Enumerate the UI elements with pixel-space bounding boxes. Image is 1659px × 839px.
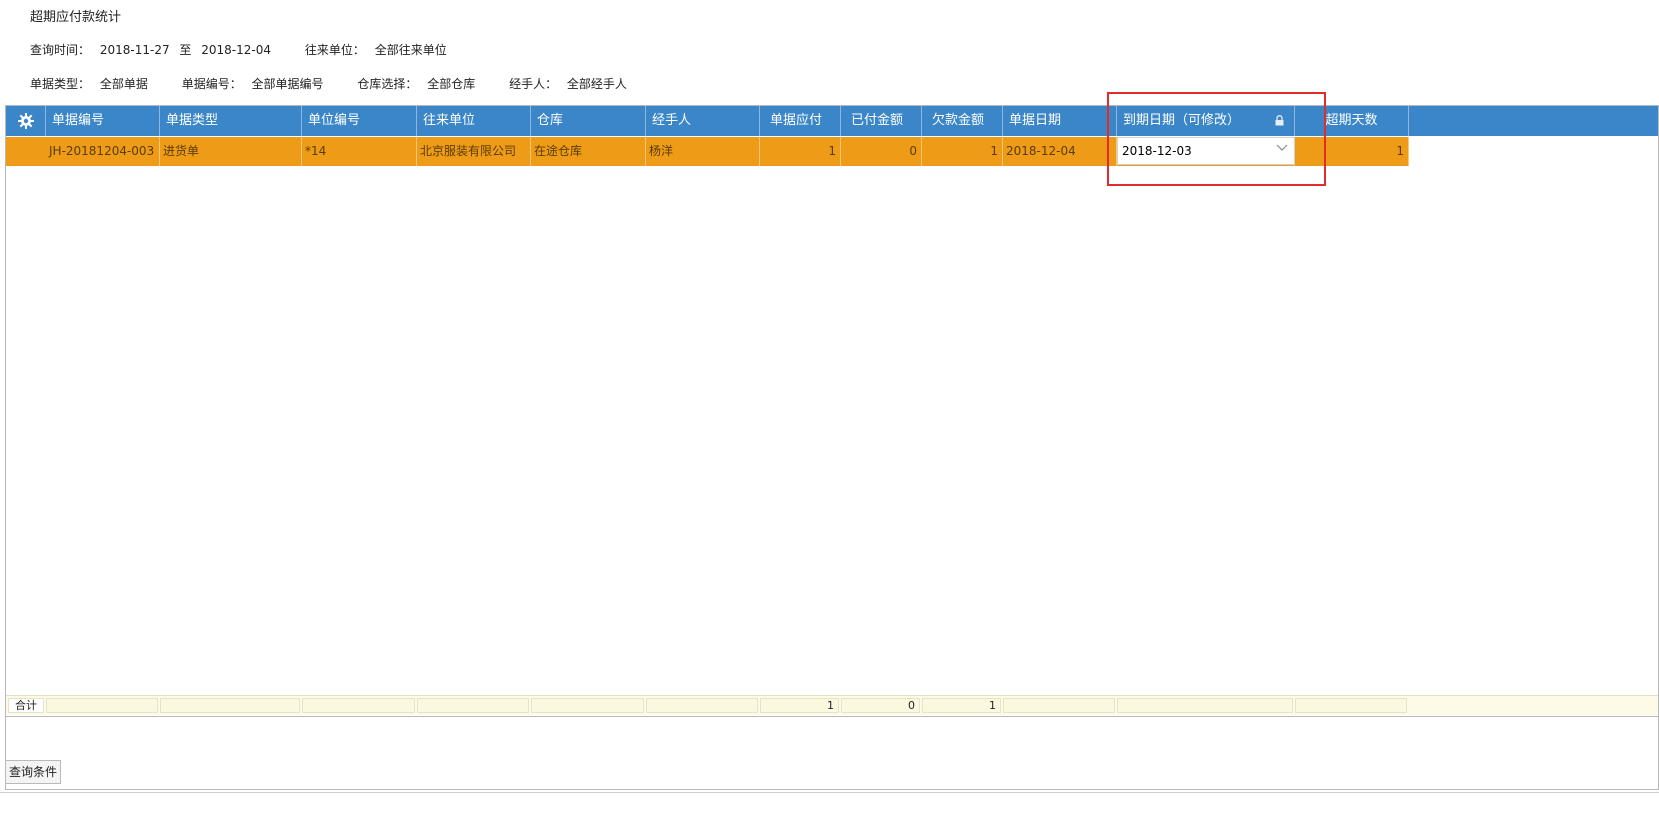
totals-owed: 1 (922, 698, 1001, 713)
doc-type-value[interactable]: 全部单据 (100, 77, 148, 91)
col-header-doc-date[interactable]: 单据日期 (1003, 106, 1117, 136)
col-header-doc-type[interactable]: 单据类型 (160, 106, 302, 136)
totals-cell-doc-type (160, 698, 300, 713)
gear-icon (18, 113, 34, 129)
totals-cell-doc-date (1003, 698, 1115, 713)
due-date-editor[interactable] (1117, 137, 1295, 165)
cell-partner[interactable]: 北京服装有限公司 (417, 137, 531, 166)
totals-cell-unit-no (302, 698, 415, 713)
totals-cell-partner (417, 698, 529, 713)
handler-label: 经手人： (509, 77, 558, 91)
totals-payable: 1 (760, 698, 839, 713)
totals-cell-warehouse (531, 698, 644, 713)
col-header-warehouse[interactable]: 仓库 (531, 106, 646, 136)
col-header-paid[interactable]: 已付金额 (841, 106, 922, 136)
col-header-due-date-label: 到期日期（可修改） (1123, 113, 1241, 128)
partner-label: 往来单位： (304, 43, 365, 57)
col-header-owed[interactable]: 欠款金额 (922, 106, 1003, 136)
filter-row-criteria: 单据类型： 全部单据 单据编号： 全部单据编号 仓库选择： 全部仓库 经手人： … (30, 75, 657, 92)
totals-row: 合计 1 0 1 (6, 695, 1658, 715)
doc-type-label: 单据类型： (30, 77, 91, 91)
col-header-handler[interactable]: 经手人 (646, 106, 760, 136)
query-conditions-button[interactable]: 查询条件 (5, 760, 61, 784)
cell-warehouse[interactable]: 在途仓库 (531, 137, 646, 166)
bottom-divider (0, 792, 1659, 793)
doc-no-value[interactable]: 全部单据编号 (252, 77, 324, 91)
column-settings-button[interactable] (6, 106, 46, 136)
totals-cell-due-date (1117, 698, 1293, 713)
query-time-label: 查询时间： (30, 43, 91, 57)
cell-handler[interactable]: 杨洋 (646, 137, 760, 166)
handler-value[interactable]: 全部经手人 (567, 77, 627, 91)
grid-bottom-strip (6, 716, 1658, 748)
cell-owed[interactable]: 1 (922, 137, 1003, 166)
totals-cell-handler (646, 698, 758, 713)
col-header-partner[interactable]: 往来单位 (417, 106, 531, 136)
col-header-doc-no[interactable]: 单据编号 (46, 106, 160, 136)
due-date-input[interactable] (1118, 138, 1268, 164)
cell-doc-date[interactable]: 2018-12-04 (1003, 137, 1117, 166)
cell-overdue-days[interactable]: 1 (1295, 137, 1409, 166)
date-to[interactable]: 2018-12-04 (201, 43, 271, 57)
doc-no-label: 单据编号： (181, 77, 242, 91)
date-from[interactable]: 2018-11-27 (100, 43, 170, 57)
chevron-down-icon[interactable] (1276, 143, 1288, 153)
page-title: 超期应付款统计 (30, 10, 122, 25)
totals-cell-doc-no (46, 698, 158, 713)
col-header-overdue-days[interactable]: 超期天数 (1295, 106, 1409, 136)
to-label: 至 (179, 43, 192, 57)
cell-unit-no[interactable]: *14 (302, 137, 417, 166)
totals-label: 合计 (8, 698, 44, 713)
warehouse-label: 仓库选择： (357, 77, 418, 91)
totals-paid: 0 (841, 698, 920, 713)
warehouse-value[interactable]: 全部仓库 (427, 77, 475, 91)
col-header-unit-no[interactable]: 单位编号 (302, 106, 417, 136)
col-header-payable[interactable]: 单据应付 (760, 106, 841, 136)
cell-payable[interactable]: 1 (760, 137, 841, 166)
cell-paid[interactable]: 0 (841, 137, 922, 166)
grid-header: 单据编号 单据类型 单位编号 往来单位 仓库 经手人 单据应付 已付金额 欠款金… (6, 106, 1658, 136)
data-grid: 单据编号 单据类型 单位编号 往来单位 仓库 经手人 单据应付 已付金额 欠款金… (5, 105, 1659, 790)
cell-doc-type[interactable]: 进货单 (160, 137, 302, 166)
partner-value[interactable]: 全部往来单位 (375, 43, 447, 57)
col-header-due-date[interactable]: 到期日期（可修改） (1117, 106, 1295, 136)
cell-doc-no[interactable]: JH-20181204-003 (46, 137, 160, 166)
lock-icon (1275, 115, 1284, 126)
filter-row-time: 查询时间： 2018-11-27 至 2018-12-04 往来单位： 全部往来… (30, 41, 477, 58)
totals-cell-overdue-days (1295, 698, 1407, 713)
